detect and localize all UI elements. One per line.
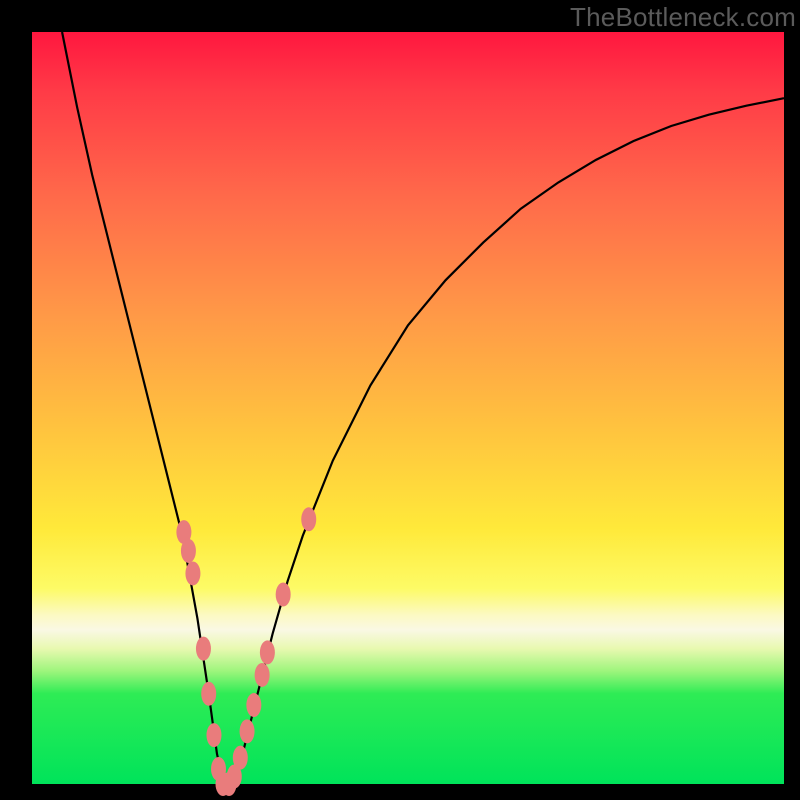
marker-point [181, 539, 196, 563]
marker-point [201, 682, 216, 706]
marker-point [255, 663, 270, 687]
marker-cluster [176, 507, 316, 796]
watermark-text: TheBottleneck.com [570, 2, 796, 33]
plot-area [32, 32, 784, 784]
marker-point [246, 693, 261, 717]
marker-point [301, 507, 316, 531]
marker-point [276, 583, 291, 607]
marker-point [260, 640, 275, 664]
marker-point [196, 637, 211, 661]
marker-point [185, 561, 200, 585]
marker-point [233, 746, 248, 770]
curve-svg [32, 32, 784, 784]
chart-frame: TheBottleneck.com [0, 0, 800, 800]
marker-point [240, 719, 255, 743]
marker-point [206, 723, 221, 747]
bottleneck-curve [62, 32, 784, 784]
